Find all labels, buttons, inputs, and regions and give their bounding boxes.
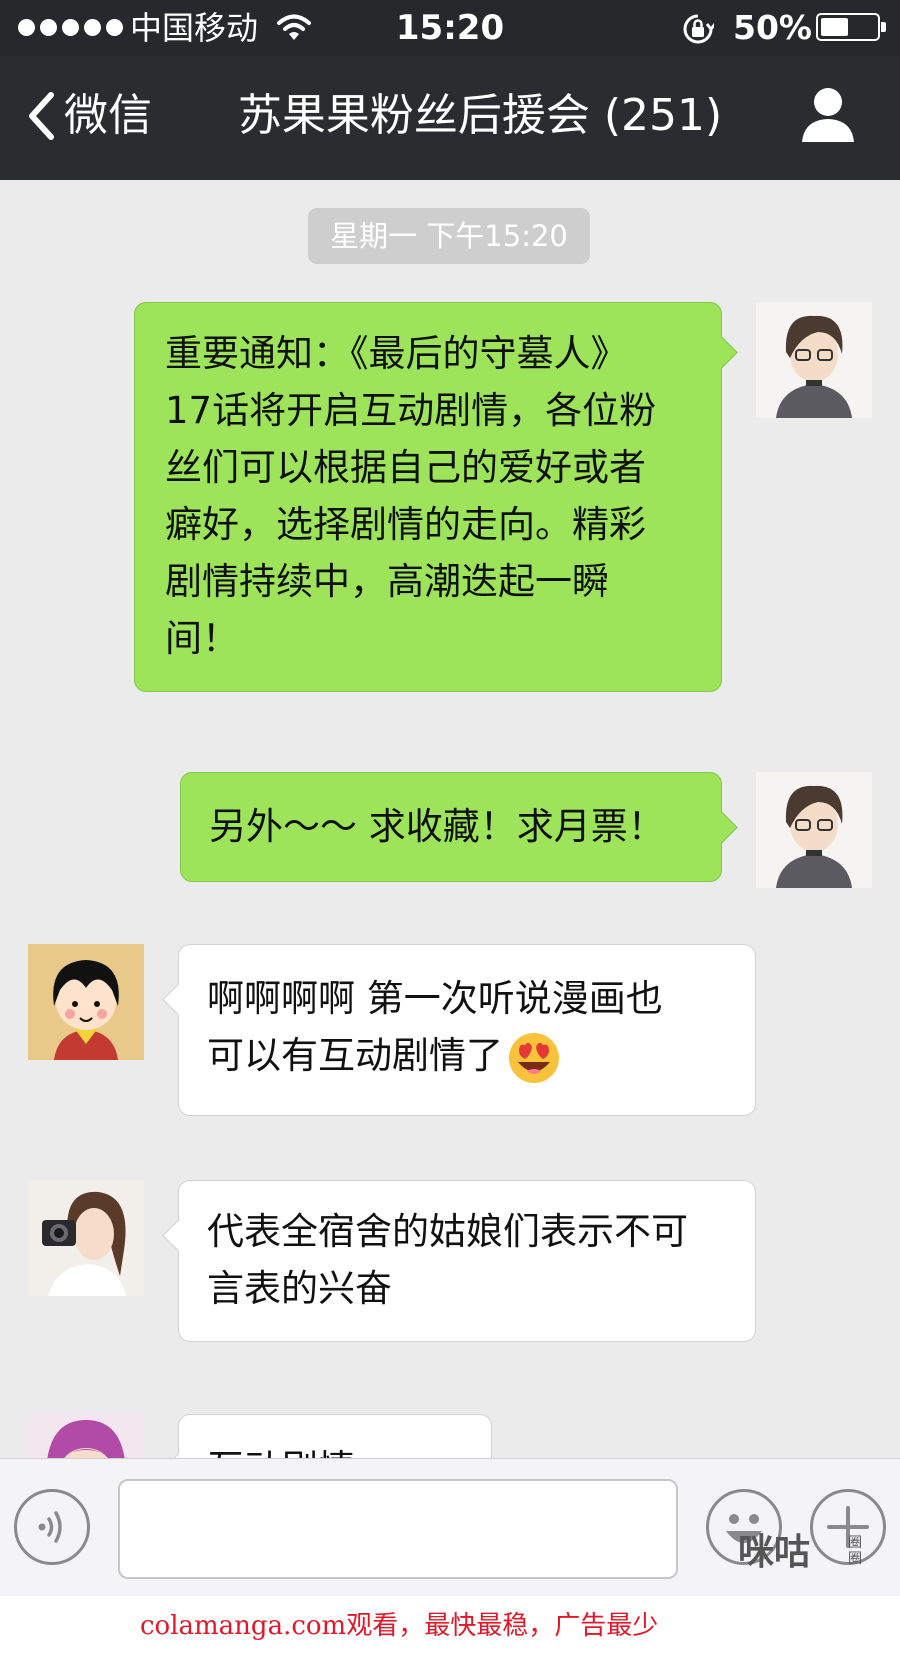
message-text-line: 代表全宿舍的姑娘们表示不可	[207, 1210, 688, 1253]
battery-icon	[816, 13, 886, 41]
screen: 中国移动 15:20 50% 微信 苏果果粉丝后援会 (251) 星期一 下午1…	[0, 0, 900, 1666]
message-bubble-incoming[interactable]: 代表全宿舍的姑娘们表示不可 言表的兴奋	[162, 1180, 756, 1342]
message-text-line: 丝们可以根据自己的爱好或者	[165, 446, 646, 489]
group-info-button[interactable]	[800, 86, 856, 144]
message-bubble-incoming[interactable]: 啊啊啊啊 第一次听说漫画也 可以有互动剧情了	[162, 944, 756, 1116]
message-text-line: 言表的兴奋	[207, 1267, 392, 1310]
member-avatar[interactable]	[28, 1414, 144, 1458]
message-text-line: 17话将开启互动剧情，各位粉	[165, 389, 657, 432]
member-avatar[interactable]	[28, 944, 144, 1060]
footer-notice: colamanga.com观看，最快最稳，广告最少	[140, 1611, 659, 1641]
site-footer: colamanga.com观看，最快最稳，广告最少	[0, 1596, 900, 1666]
message-text-line: 互动剧情 QQQQ	[207, 1440, 463, 1458]
user-avatar[interactable]	[756, 302, 872, 418]
back-button[interactable]: 微信	[26, 84, 152, 148]
heart-eyes-emoji-icon	[509, 1032, 559, 1083]
rotation-lock-icon	[683, 14, 714, 44]
message-timestamp: 星期一 下午15:20	[308, 208, 590, 264]
back-label: 微信	[64, 90, 152, 141]
message-input[interactable]	[118, 1479, 678, 1579]
message-text-line: 剧情持续中，高潮迭起一瞬	[165, 560, 609, 603]
navigation-bar: 微信 苏果果粉丝后援会 (251)	[0, 56, 900, 181]
user-avatar[interactable]	[756, 772, 872, 888]
member-avatar[interactable]	[28, 1180, 144, 1296]
message-bubble-outgoing[interactable]: 重要通知：《最后的守墓人》 17话将开启互动剧情，各位粉 丝们可以根据自己的爱好…	[134, 302, 738, 692]
watermark-subtext: 圈圈	[848, 1535, 862, 1567]
watermark-logo: 咪咕	[738, 1532, 811, 1573]
voice-icon	[38, 1511, 62, 1543]
message-text-line: 重要通知：《最后的守墓人》	[165, 332, 628, 375]
message-text-row: 可以有互动剧情了	[207, 1027, 727, 1085]
chat-title: 苏果果粉丝后援会 (251)	[237, 90, 723, 141]
message-text-line: 间！	[165, 617, 239, 660]
battery-percent: 50%	[733, 8, 812, 47]
message-text-line: 可以有互动剧情了	[207, 1034, 503, 1077]
message-bubble-incoming[interactable]: 互动剧情 QQQQ	[162, 1414, 492, 1458]
chat-area[interactable]: 星期一 下午15:20 重要通知：《最后的守墓人》 17话将开启互动剧情，各位粉…	[0, 180, 900, 1458]
message-text-line: 癖好，选择剧情的走向。精彩	[165, 503, 646, 546]
message-input-bar: 咪咕 圈圈	[0, 1458, 900, 1597]
status-bar: 中国移动 15:20 50%	[0, 0, 900, 56]
message-bubble-outgoing[interactable]: 另外～～ 求收藏！求月票！	[180, 772, 738, 882]
message-text-line: 另外～～ 求收藏！求月票！	[209, 805, 665, 848]
message-text-line: 啊啊啊啊 第一次听说漫画也	[207, 977, 663, 1020]
voice-button[interactable]	[14, 1489, 90, 1565]
chevron-left-icon	[29, 92, 54, 140]
